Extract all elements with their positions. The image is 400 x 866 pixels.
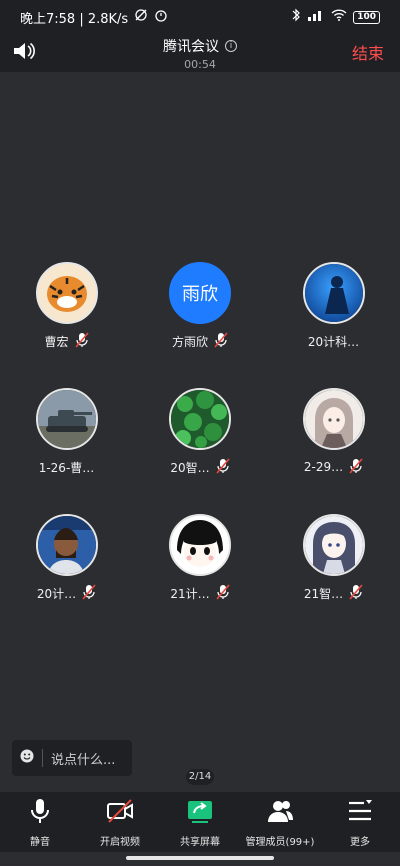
- leaves-avatar: [169, 388, 231, 450]
- more-label: 更多: [350, 836, 370, 848]
- speaker-icon[interactable]: [12, 40, 36, 66]
- participant-tile[interactable]: 1-26-曹…: [0, 388, 133, 476]
- alarm-icon: [154, 8, 168, 26]
- info-icon[interactable]: i: [225, 39, 237, 52]
- participant-tile[interactable]: 曹宏: [0, 262, 133, 350]
- battery-icon: 100: [353, 10, 380, 24]
- player-avatar: [35, 514, 98, 576]
- participant-name: 曹宏: [44, 334, 69, 349]
- start-video-button[interactable]: 开启视频: [80, 797, 160, 848]
- tank-avatar: [35, 388, 98, 450]
- share-screen-button[interactable]: 共享屏幕: [160, 797, 240, 848]
- avatar-text: 雨欣: [182, 284, 218, 305]
- anime-girl2-avatar: [302, 514, 365, 576]
- cartoon-face-avatar: [169, 514, 231, 576]
- chat-input[interactable]: 说点什么...: [12, 740, 132, 776]
- mic-muted-icon: [349, 583, 363, 603]
- more-button[interactable]: 更多: [320, 797, 400, 848]
- participant-name: 20计…: [36, 586, 77, 601]
- tiger-avatar: [35, 262, 98, 324]
- meeting-title[interactable]: 腾讯会议: [163, 36, 219, 56]
- participant-name: 方雨欣: [171, 334, 208, 349]
- mic-muted-icon: [349, 457, 363, 477]
- blue-figure-avatar: [302, 262, 365, 324]
- participant-name: 1-26-曹…: [38, 460, 95, 475]
- status-bar: 晚上7:58 | 2.8K/s 100: [0, 0, 400, 34]
- participant-name: 21智…: [303, 586, 344, 601]
- microphone-icon: [26, 797, 54, 829]
- page-indicator: 2/14: [186, 769, 214, 785]
- mic-muted-icon: [74, 331, 89, 351]
- signal-icon: [307, 9, 325, 25]
- mic-muted-icon: [214, 331, 228, 351]
- participant-name: 21计…: [170, 586, 210, 601]
- participant-name: 20计科…: [307, 334, 360, 349]
- anime-girl-avatar: [302, 388, 365, 450]
- mic-muted-icon: [82, 583, 96, 603]
- bluetooth-icon: [291, 8, 301, 26]
- home-indicator[interactable]: [126, 856, 274, 860]
- participant-name: 2-29…: [303, 460, 344, 474]
- chat-placeholder: 说点什么...: [51, 752, 116, 768]
- manage-members-button[interactable]: 管理成员(99+): [240, 797, 320, 848]
- no-alarm-icon: [134, 8, 148, 26]
- participant-tile[interactable]: 雨欣 方雨欣: [133, 262, 267, 350]
- participant-tile[interactable]: 20计…: [0, 514, 133, 602]
- participant-tile[interactable]: 21计…: [133, 514, 267, 602]
- start-video-label: 开启视频: [100, 836, 140, 848]
- participants-grid: 曹宏 雨欣 方雨欣 20计科… 1-26-曹… 20智… 2-29… 20计… …: [0, 262, 400, 602]
- share-screen-label: 共享屏幕: [180, 836, 220, 848]
- meeting-timer: 00:54: [184, 57, 216, 71]
- participant-tile[interactable]: 20计科…: [267, 262, 400, 350]
- wifi-icon: [331, 9, 347, 25]
- meeting-header: 腾讯会议 i 00:54 结束: [0, 34, 400, 72]
- video-off-icon: [106, 797, 134, 829]
- text-avatar: 雨欣: [169, 262, 231, 324]
- participant-name: 20智…: [170, 460, 210, 475]
- mic-muted-icon: [216, 457, 230, 477]
- members-icon: [266, 797, 294, 829]
- status-time: 晚上7:58 | 2.8K/s: [20, 11, 129, 27]
- share-screen-icon: [186, 797, 214, 829]
- participant-tile[interactable]: 20智…: [133, 388, 267, 476]
- emoji-icon[interactable]: [20, 749, 34, 767]
- mute-button[interactable]: 静音: [0, 797, 80, 848]
- end-meeting-button[interactable]: 结束: [352, 40, 384, 64]
- participant-tile[interactable]: 21智…: [267, 514, 400, 602]
- menu-icon: [346, 797, 374, 829]
- mute-label: 静音: [30, 836, 50, 848]
- manage-members-label: 管理成员(99+): [245, 836, 315, 848]
- divider: [42, 749, 43, 767]
- mic-muted-icon: [216, 583, 230, 603]
- bottom-toolbar: 静音 开启视频 共享屏幕 管理成员(99+) 更多: [0, 792, 400, 852]
- participant-tile[interactable]: 2-29…: [267, 388, 400, 476]
